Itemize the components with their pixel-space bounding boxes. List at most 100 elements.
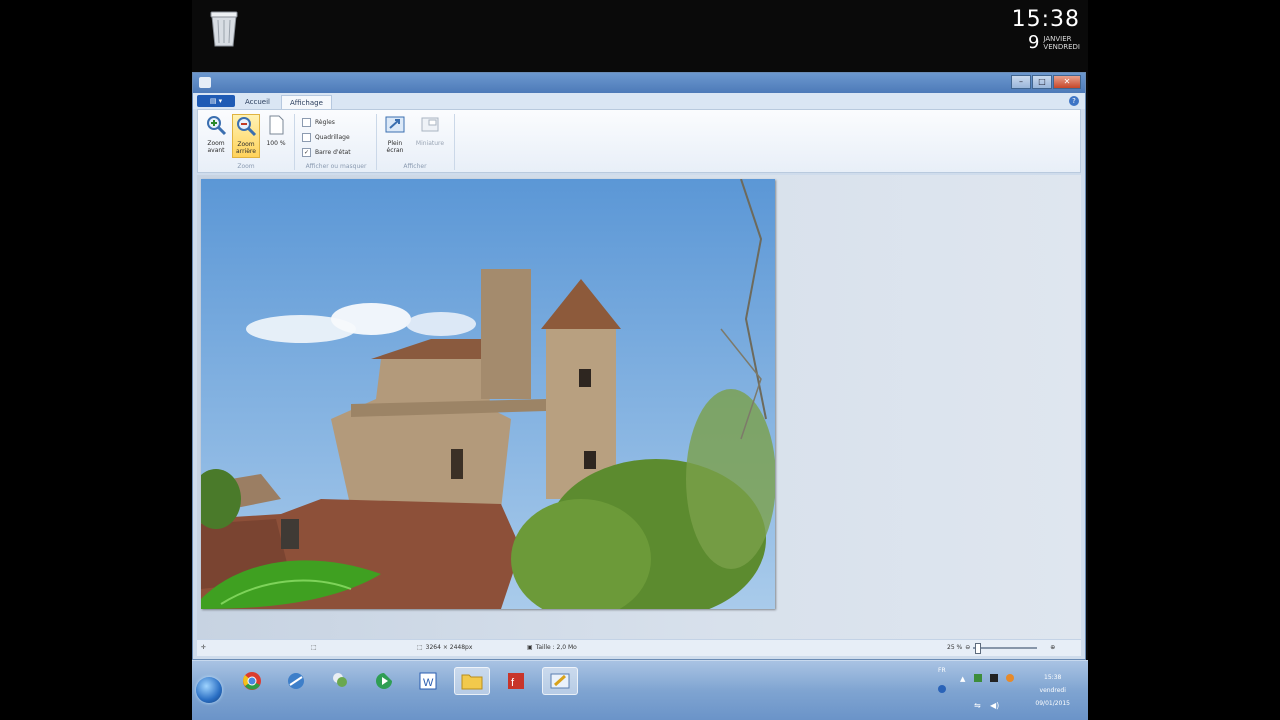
file-size-value: Taille : 2,0 Mo <box>535 644 577 651</box>
rulers-label: Règles <box>315 119 335 126</box>
image-dimensions: ⬚ 3264 × 2448px <box>417 644 472 651</box>
paint-icon <box>550 673 570 689</box>
taskbar-messenger[interactable] <box>322 667 358 695</box>
zoom-plus-button[interactable]: ⊕ <box>1050 644 1055 651</box>
messenger-icon <box>333 673 347 687</box>
status-bar: ✛ ⬚ ⬚ 3264 × 2448px ▣ Taille : 2,0 Mo 25… <box>197 639 1081 656</box>
chrome-icon <box>243 672 261 690</box>
zoom-in-icon <box>207 116 227 136</box>
rulers-checkbox[interactable]: Règles <box>302 118 335 127</box>
clock-weekday: VENDREDI <box>1043 42 1080 51</box>
minimize-button[interactable]: – <box>1011 75 1031 89</box>
gridlines-label: Quadrillage <box>315 134 350 141</box>
ribbon-separator <box>376 114 377 170</box>
taskbar-mediacenter[interactable] <box>366 667 402 695</box>
zoom-out-button[interactable]: Zoom arrière <box>232 114 260 158</box>
dimensions-icon: ⬚ <box>417 644 423 651</box>
taskbar-chrome[interactable] <box>234 667 270 695</box>
tray-date: 09/01/2015 <box>1035 700 1070 707</box>
canvas-area[interactable] <box>197 175 1081 639</box>
tab-affichage[interactable]: Affichage <box>281 95 332 110</box>
paint-menu-button[interactable]: ▤ ▾ <box>197 95 235 107</box>
thumbnail-label: Miniature <box>415 140 445 147</box>
svg-text:W: W <box>423 677 434 689</box>
zoom-100-button[interactable]: 100 % <box>262 114 290 158</box>
volume-icon[interactable]: ◀) <box>990 701 999 710</box>
zoom-in-button[interactable]: Zoom avant <box>202 114 230 158</box>
clock-day: 9 <box>1027 32 1040 53</box>
cursor-position-icon: ✛ <box>201 644 207 651</box>
device-tray-icon[interactable] <box>990 674 998 682</box>
group-display-label: Afficher <box>403 163 427 170</box>
selection-icon: ⬚ <box>311 644 317 651</box>
rulers-checkbox-box[interactable] <box>302 118 311 127</box>
word-icon: W <box>419 672 437 690</box>
network-icon <box>288 673 304 689</box>
show-hidden-icons[interactable]: ▲ <box>960 675 965 683</box>
maximize-button[interactable]: □ <box>1032 75 1052 89</box>
folder-icon <box>461 674 483 690</box>
zoom-100-label: 100 % <box>266 140 286 147</box>
zoom-slider[interactable] <box>973 642 1038 654</box>
mediacenter-icon <box>376 673 392 689</box>
ribbon-separator <box>294 114 295 170</box>
ribbon-tabs: ▤ ▾ Accueil Affichage ? <box>193 93 1085 110</box>
image-canvas[interactable] <box>201 179 775 609</box>
clock-date: 9 JANVIER VENDREDI <box>1012 32 1080 53</box>
desktop: 15:38 2015 9 JANVIER VENDREDI – □ ✕ ▤ ▾ … <box>192 0 1088 720</box>
clock-year: 2015 <box>1087 12 1088 27</box>
taskbar-network[interactable] <box>278 667 314 695</box>
fullscreen-icon <box>385 116 405 133</box>
zoom-level-value: 25 % <box>947 644 963 651</box>
tab-accueil[interactable]: Accueil <box>237 95 278 109</box>
statusbar-checkbox[interactable]: ✓ Barre d'état <box>302 148 351 157</box>
window-titlebar[interactable]: – □ ✕ <box>193 73 1085 93</box>
paint-app-icon[interactable] <box>199 77 211 88</box>
network-tray-icon[interactable]: ⇋ <box>974 701 981 710</box>
zoom-level: 25 % ⊖ ⊕ <box>947 642 1055 654</box>
page-icon <box>269 115 284 135</box>
start-button[interactable] <box>196 677 222 703</box>
clock-month-weekday: JANVIER VENDREDI <box>1043 35 1080 51</box>
system-tray: FR ▲ ⇋ ◀) 15:38 vendredi 09/01/2015 <box>936 661 1088 720</box>
statusbar-label: Barre d'état <box>315 149 351 156</box>
taskbar-word[interactable]: W <box>410 667 446 695</box>
taskbar-flash[interactable]: f <box>498 667 534 695</box>
disk-icon: ▣ <box>527 644 533 651</box>
taskbar-explorer[interactable] <box>454 667 490 695</box>
statusbar-checkbox-box[interactable]: ✓ <box>302 148 311 157</box>
close-button[interactable]: ✕ <box>1053 75 1081 89</box>
taskbar: W f FR ▲ ⇋ ◀) 15:38 vendredi 09/01/2015 <box>192 660 1088 720</box>
window-controls: – □ ✕ <box>1011 75 1081 89</box>
ribbon-separator <box>454 114 455 170</box>
gridlines-checkbox[interactable]: Quadrillage <box>302 133 350 142</box>
zoom-minus-button[interactable]: ⊖ <box>965 644 970 651</box>
ribbon: Zoom avant Zoom arrière 100 % Zoom Règle… <box>197 109 1081 173</box>
help-tray-icon[interactable] <box>938 685 946 693</box>
zoom-out-icon <box>237 117 257 137</box>
taskbar-paint[interactable] <box>542 667 578 695</box>
clock-time: 15:38 <box>1011 7 1080 32</box>
update-tray-icon[interactable] <box>1006 674 1014 682</box>
paint-window: – □ ✕ ▤ ▾ Accueil Affichage ? Zoom avant… <box>192 72 1086 660</box>
thumbnail-button[interactable]: Miniature <box>410 114 450 158</box>
tray-weekday: vendredi <box>1039 687 1066 694</box>
gridlines-checkbox-box[interactable] <box>302 133 311 142</box>
fullscreen-button[interactable]: Plein écran <box>380 114 410 158</box>
recycle-bin-icon[interactable] <box>206 8 242 48</box>
thumbnail-icon <box>421 117 439 132</box>
dimensions-value: 3264 × 2448px <box>425 644 473 651</box>
group-zoom-label: Zoom <box>237 163 255 170</box>
flag-tray-icon[interactable] <box>974 674 982 682</box>
file-size: ▣ Taille : 2,0 Mo <box>527 644 577 651</box>
fullscreen-label: Plein écran <box>386 140 404 154</box>
tray-clock[interactable]: 15:38 vendredi 09/01/2015 <box>1035 671 1070 710</box>
help-icon[interactable]: ? <box>1069 96 1079 106</box>
language-indicator[interactable]: FR <box>938 667 946 674</box>
clock-month: JANVIER <box>1043 34 1072 43</box>
zoom-in-label: Zoom avant <box>207 140 225 154</box>
flash-icon: f <box>508 673 524 689</box>
zoom-out-label: Zoom arrière <box>236 141 256 155</box>
group-show-label: Afficher ou masquer <box>305 163 367 170</box>
zoom-slider-thumb[interactable] <box>975 642 982 654</box>
